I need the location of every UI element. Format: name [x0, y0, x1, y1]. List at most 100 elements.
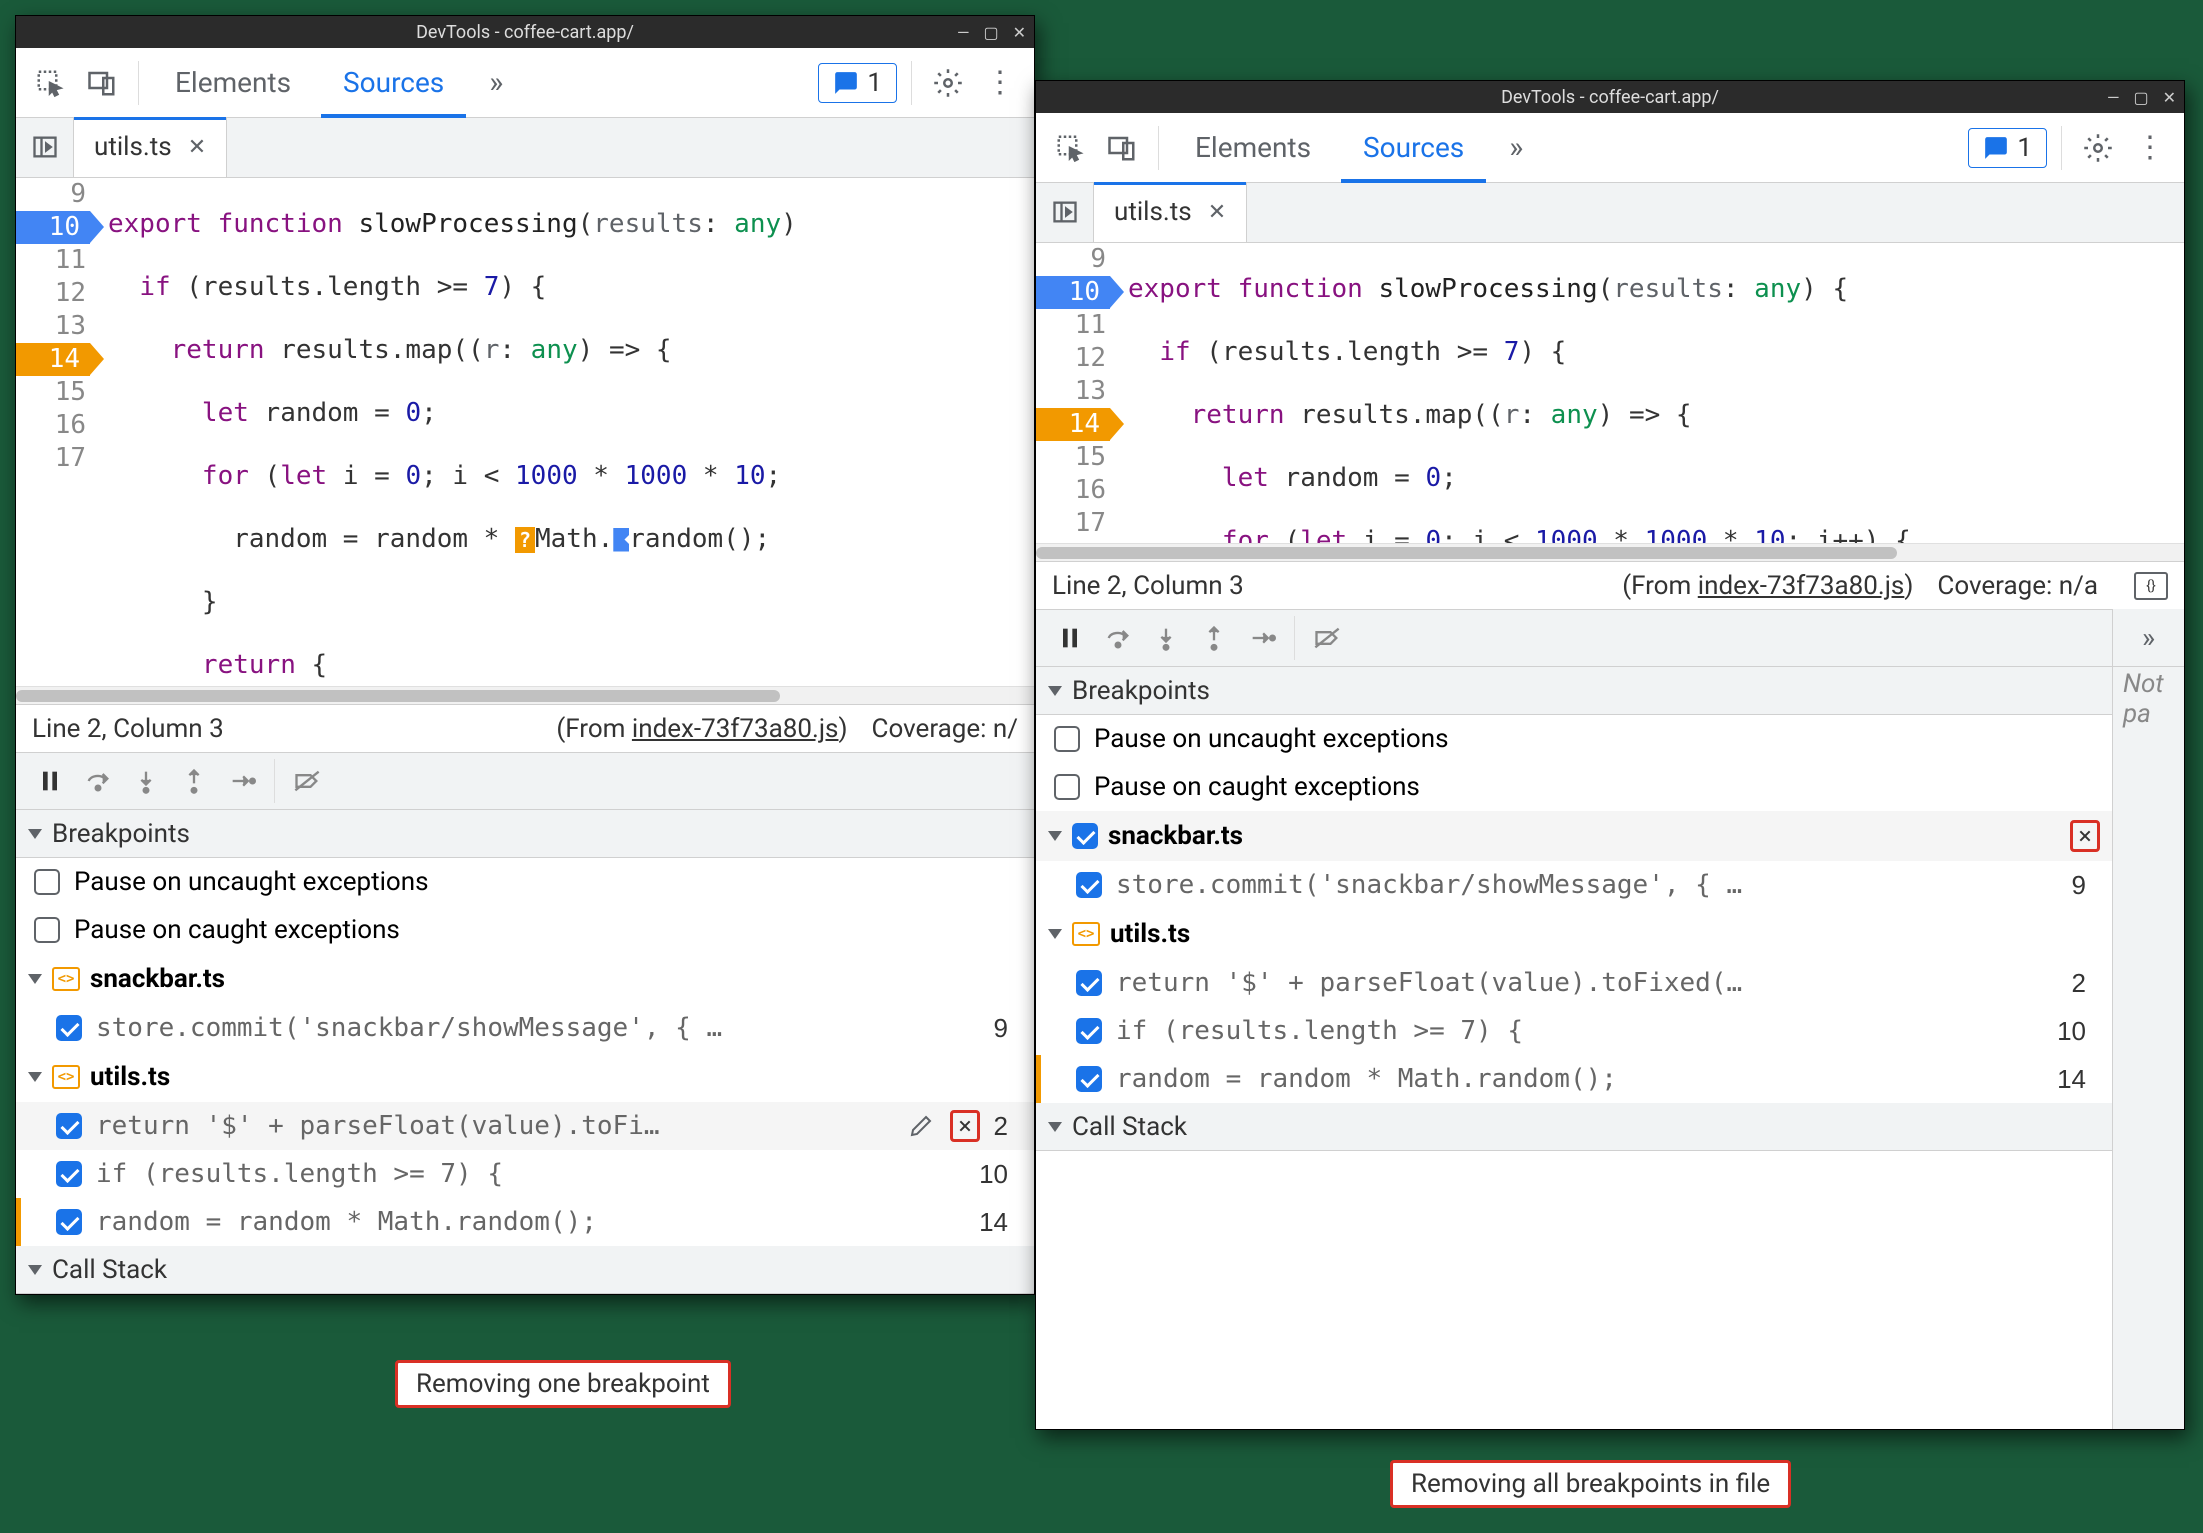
gutter-line[interactable]: 11: [16, 244, 100, 277]
remove-all-file-breakpoints-button[interactable]: [2070, 820, 2100, 852]
gutter[interactable]: 9 10 11 12 13 ?14 15 16 17: [1036, 243, 1120, 543]
gutter-line-bp[interactable]: 10: [16, 211, 100, 244]
checkbox[interactable]: [34, 917, 60, 943]
bp-file-header-snackbar-hovered[interactable]: snackbar.ts: [1036, 811, 2112, 861]
gutter-line[interactable]: 15: [16, 376, 100, 409]
callstack-section-header[interactable]: Call Stack: [1036, 1103, 2112, 1151]
breakpoint-marker[interactable]: 10: [16, 211, 90, 244]
step-into-icon[interactable]: [1144, 616, 1188, 660]
close-button[interactable]: ✕: [2163, 88, 2176, 107]
bp-file-header-snackbar[interactable]: <> snackbar.ts: [16, 954, 1034, 1004]
gutter-line[interactable]: 13: [16, 310, 100, 343]
horizontal-scrollbar[interactable]: [16, 686, 1034, 704]
device-icon[interactable]: [1100, 126, 1144, 170]
minimize-button[interactable]: —: [2107, 88, 2120, 107]
bp-row[interactable]: if (results.length >= 7) { 10: [1036, 1007, 2112, 1055]
step-out-icon[interactable]: [172, 759, 216, 803]
breakpoint-marker-cond[interactable]: 14: [16, 343, 90, 376]
checkbox[interactable]: [1076, 872, 1102, 898]
pause-icon[interactable]: [1048, 616, 1092, 660]
more-tabs-icon[interactable]: »: [1494, 126, 1538, 170]
checkbox[interactable]: [1076, 1066, 1102, 1092]
minimize-button[interactable]: —: [957, 23, 970, 42]
step-out-icon[interactable]: [1192, 616, 1236, 660]
gutter-line[interactable]: 15: [1036, 441, 1120, 474]
more-tabs-icon[interactable]: »: [474, 61, 518, 105]
bp-row[interactable]: return '$' + parseFloat(value).toFixed(……: [1036, 959, 2112, 1007]
tab-sources[interactable]: Sources: [321, 48, 466, 118]
bp-row-conditional[interactable]: random = random * Math.random(); 14: [16, 1198, 1034, 1246]
step-over-icon[interactable]: [1096, 616, 1140, 660]
bp-row[interactable]: store.commit('snackbar/showMessage', { ……: [1036, 861, 2112, 909]
issues-badge[interactable]: 1: [818, 63, 897, 103]
pause-icon[interactable]: [28, 759, 72, 803]
step-icon[interactable]: [220, 759, 264, 803]
breakpoints-section-header[interactable]: Breakpoints: [1036, 667, 2112, 715]
gutter-line[interactable]: 17: [16, 442, 100, 475]
edit-icon[interactable]: [906, 1114, 936, 1138]
bp-row[interactable]: if (results.length >= 7) { 10: [16, 1150, 1034, 1198]
gutter-line-bp[interactable]: 10: [1036, 276, 1120, 309]
horizontal-scrollbar[interactable]: [1036, 543, 2184, 561]
gutter[interactable]: 9 10 11 12 13 ?14 15 16 17: [16, 178, 100, 686]
tab-elements[interactable]: Elements: [153, 48, 313, 118]
gutter-line[interactable]: 12: [1036, 342, 1120, 375]
code-content[interactable]: export function slowProcessing(results: …: [100, 178, 1034, 686]
checkbox[interactable]: [56, 1113, 82, 1139]
bp-row-conditional[interactable]: random = random * Math.random(); 14: [1036, 1055, 2112, 1103]
tab-elements[interactable]: Elements: [1173, 113, 1333, 183]
gutter-line-bp-cond[interactable]: ?14: [1036, 408, 1120, 441]
pause-caught-row[interactable]: Pause on caught exceptions: [1036, 763, 2112, 811]
remove-breakpoint-button[interactable]: [950, 1110, 980, 1142]
kebab-icon[interactable]: ⋮: [2128, 126, 2172, 170]
device-icon[interactable]: [80, 61, 124, 105]
gutter-line[interactable]: 13: [1036, 375, 1120, 408]
gutter-line-bp-cond[interactable]: ?14: [16, 343, 100, 376]
checkbox[interactable]: [1054, 774, 1080, 800]
checkbox[interactable]: [1076, 970, 1102, 996]
maximize-button[interactable]: ▢: [2133, 88, 2148, 107]
close-tab-icon[interactable]: ✕: [188, 135, 206, 160]
deactivate-breakpoints-icon[interactable]: [1305, 616, 1349, 660]
inspect-icon[interactable]: [1048, 126, 1092, 170]
checkbox[interactable]: [56, 1209, 82, 1235]
bp-file-header-utils[interactable]: <> utils.ts: [1036, 909, 2112, 959]
gutter-line[interactable]: 17: [1036, 507, 1120, 540]
callstack-section-header[interactable]: Call Stack: [16, 1246, 1034, 1294]
deactivate-breakpoints-icon[interactable]: [285, 759, 329, 803]
code-content[interactable]: export function slowProcessing(results: …: [1120, 243, 2184, 543]
bp-file-header-utils[interactable]: <> utils.ts: [16, 1052, 1034, 1102]
issues-badge[interactable]: 1: [1968, 128, 2047, 168]
inline-bp-column-icon[interactable]: [613, 528, 629, 552]
checkbox[interactable]: [34, 869, 60, 895]
pause-uncaught-row[interactable]: Pause on uncaught exceptions: [16, 858, 1034, 906]
source-map-link[interactable]: index-73f73a80.js: [632, 714, 839, 744]
gear-icon[interactable]: [926, 61, 970, 105]
close-tab-icon[interactable]: ✕: [1208, 200, 1226, 225]
more-panels-icon[interactable]: »: [2113, 609, 2184, 667]
file-tab-utils[interactable]: utils.ts ✕: [1094, 182, 1247, 242]
checkbox[interactable]: [56, 1161, 82, 1187]
gutter-line[interactable]: 9: [1036, 243, 1120, 276]
source-map-link[interactable]: index-73f73a80.js: [1698, 571, 1905, 601]
file-tab-utils[interactable]: utils.ts ✕: [74, 117, 227, 177]
bp-row-hovered[interactable]: return '$' + parseFloat(value).toFi… 2: [16, 1102, 1034, 1150]
checkbox[interactable]: [56, 1015, 82, 1041]
breakpoints-section-header[interactable]: Breakpoints: [16, 810, 1034, 858]
step-over-icon[interactable]: [76, 759, 120, 803]
checkbox[interactable]: [1072, 823, 1098, 849]
inline-bp-icon[interactable]: ?: [515, 527, 535, 553]
panel-toggle-icon[interactable]: [1036, 182, 1094, 242]
checkbox[interactable]: [1054, 726, 1080, 752]
tab-sources[interactable]: Sources: [1341, 113, 1486, 183]
pause-caught-row[interactable]: Pause on caught exceptions: [16, 906, 1034, 954]
panel-toggle-icon[interactable]: [16, 117, 74, 177]
checkbox[interactable]: [1076, 1018, 1102, 1044]
pretty-print-icon[interactable]: {}: [2134, 572, 2168, 600]
maximize-button[interactable]: ▢: [983, 23, 998, 42]
bp-row[interactable]: store.commit('snackbar/showMessage', { ……: [16, 1004, 1034, 1052]
step-into-icon[interactable]: [124, 759, 168, 803]
gear-icon[interactable]: [2076, 126, 2120, 170]
gutter-line[interactable]: 11: [1036, 309, 1120, 342]
kebab-icon[interactable]: ⋮: [978, 61, 1022, 105]
